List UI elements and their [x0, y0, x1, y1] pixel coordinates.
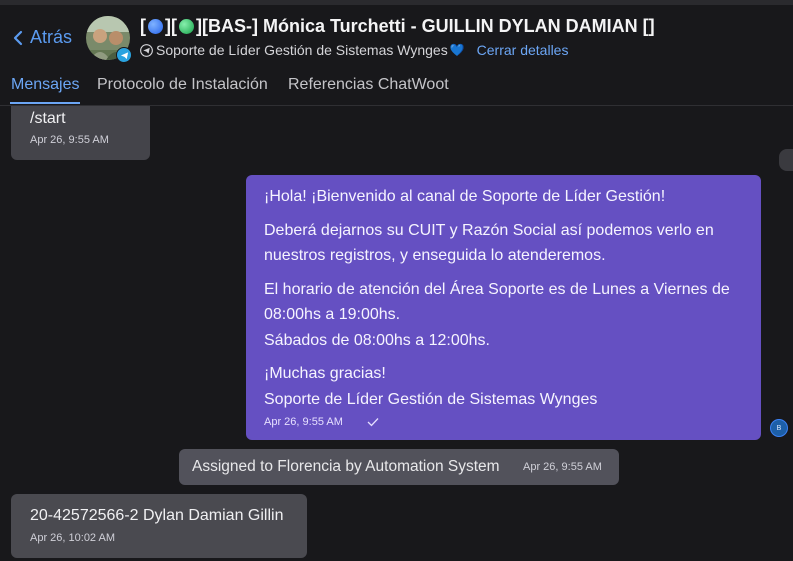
inbox-name: Soporte de Líder Gestión de Sistemas Wyn…	[156, 42, 448, 58]
message-line: Sábados de 08:00hs a 12:00hs.	[264, 332, 490, 349]
message-line: Deberá dejarnos su CUIT y Razón Social a…	[264, 222, 714, 239]
tab-referencias-chatwoot[interactable]: Referencias ChatWoot	[288, 76, 449, 94]
sender-initial: B	[776, 424, 782, 432]
message-line: 08:00hs a 19:00hs.	[264, 306, 401, 323]
incoming-message[interactable]: /start Apr 26, 9:55 AM	[11, 106, 150, 160]
green-circle-icon	[179, 19, 194, 34]
inbox-info: Soporte de Líder Gestión de Sistemas Wyn…	[140, 42, 568, 58]
outgoing-message[interactable]: ¡Hola! ¡Bienvenido al canal de Soporte d…	[246, 175, 761, 440]
activity-timestamp: Apr 26, 9:55 AM	[523, 461, 602, 473]
close-details-link[interactable]: Cerrar detalles	[477, 42, 569, 58]
activity-message: Assigned to Florencia by Automation Syst…	[179, 449, 619, 485]
conversation-title: [ ][ ][BAS-] Mónica Turchetti - GUILLIN …	[140, 16, 655, 36]
conversation-header: Atrás [ ][ ][BAS-] Mónica Turchetti - GU…	[0, 5, 793, 67]
message-line: ¡Muchas gracias!	[264, 365, 386, 382]
message-line: ¡Hola! ¡Bienvenido al canal de Soporte d…	[264, 188, 666, 205]
tab-bar: Mensajes Protocolo de Instalación Refere…	[0, 67, 793, 106]
message-text: /start	[30, 110, 66, 127]
tab-mensajes[interactable]: Mensajes	[11, 76, 79, 94]
telegram-icon	[116, 47, 132, 63]
scroll-edge-indicator	[779, 149, 793, 171]
sender-avatar[interactable]: B	[770, 419, 788, 437]
telegram-icon	[140, 43, 153, 57]
message-line: Soporte de Líder Gestión de Sistemas Wyn…	[264, 391, 598, 408]
incoming-message[interactable]: 20-42572566-2 Dylan Damian Gillin Apr 26…	[11, 494, 307, 558]
chevron-left-icon	[13, 30, 23, 45]
heart-icon: 💙	[449, 43, 465, 57]
back-label: Atrás	[30, 27, 73, 47]
active-tab-indicator	[10, 102, 80, 104]
message-text: 20-42572566-2 Dylan Damian Gillin	[30, 507, 284, 524]
blue-circle-icon	[148, 19, 163, 34]
message-line: El horario de atención del Área Soporte …	[264, 281, 730, 298]
message-line: nuestros registros, y enseguida lo atend…	[264, 247, 606, 264]
back-button[interactable]: Atrás	[12, 27, 72, 48]
message-timestamp: Apr 26, 10:02 AM	[30, 532, 115, 544]
tab-protocolo-instalacion[interactable]: Protocolo de Instalación	[97, 76, 268, 94]
message-timestamp: Apr 26, 9:55 AM	[30, 134, 109, 146]
sent-check-icon	[367, 418, 379, 427]
activity-text: Assigned to Florencia by Automation Syst…	[192, 458, 500, 475]
message-timestamp: Apr 26, 9:55 AM	[264, 416, 343, 428]
